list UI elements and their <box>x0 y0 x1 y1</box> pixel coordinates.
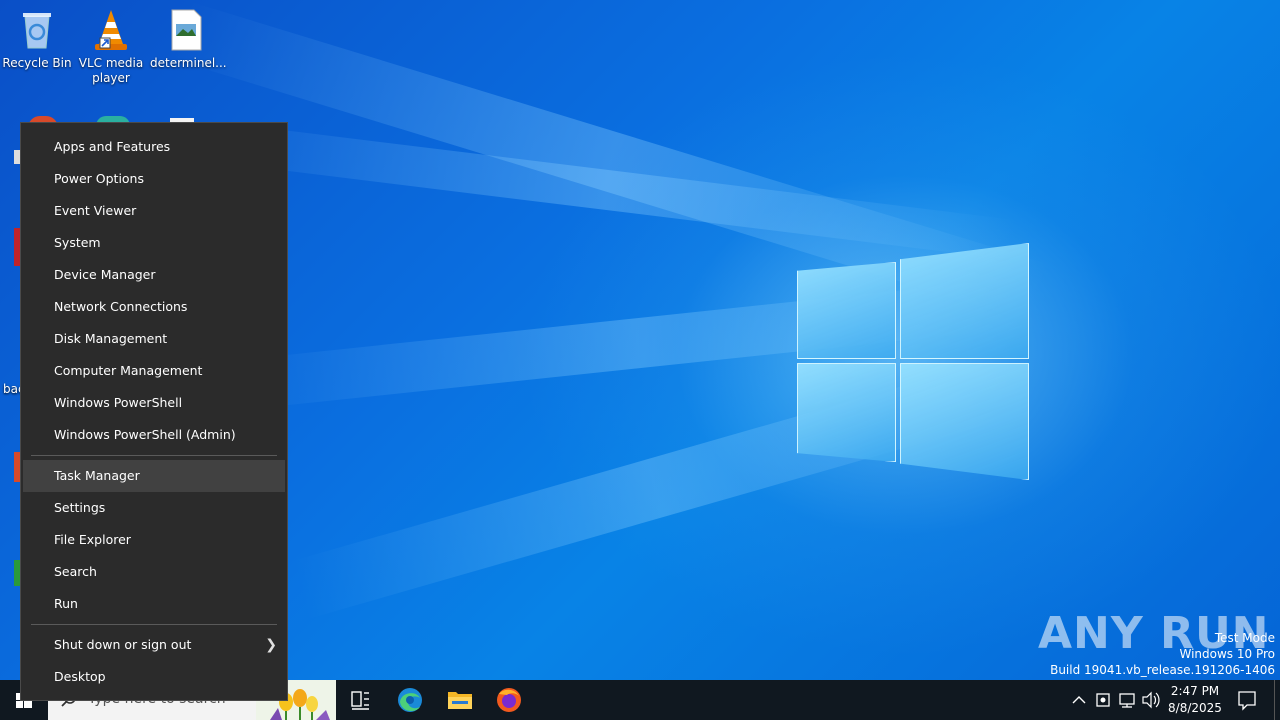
task-view-icon <box>351 691 369 710</box>
winx-context-menu: Apps and Features Power Options Event Vi… <box>20 122 288 701</box>
show-desktop-button[interactable] <box>1274 680 1280 720</box>
tray-volume-button[interactable] <box>1140 680 1162 720</box>
desktop-icon-recycle-bin[interactable]: Recycle Bin <box>1 8 73 71</box>
menu-item-label: Shut down or sign out <box>54 637 192 652</box>
tray-network-button[interactable] <box>1116 680 1138 720</box>
clock-date: 8/8/2025 <box>1168 701 1222 715</box>
show-hidden-icons-button[interactable] <box>1068 680 1090 720</box>
taskbar-firefox-button[interactable] <box>485 680 533 720</box>
chevron-right-icon: ❯ <box>265 637 277 653</box>
menu-item-task-manager[interactable]: Task Manager <box>23 460 285 492</box>
menu-item-power-options[interactable]: Power Options <box>21 163 287 195</box>
desktop-icon-file[interactable]: determinel... <box>150 8 227 71</box>
menu-item-computer-management[interactable]: Computer Management <box>21 355 287 387</box>
image-file-icon <box>164 8 208 52</box>
vlc-cone-icon <box>89 8 133 52</box>
chevron-up-icon <box>1072 696 1086 704</box>
speaker-icon <box>1142 691 1160 709</box>
menu-item-search[interactable]: Search <box>21 556 287 588</box>
test-mode-label: Test Mode <box>1214 631 1275 645</box>
light-ray <box>197 120 1017 260</box>
desktop-icon-label: Recycle Bin <box>2 56 72 70</box>
menu-item-desktop[interactable]: Desktop <box>21 661 287 693</box>
desktop-icon-vlc[interactable]: VLC media player <box>75 8 147 86</box>
menu-separator <box>31 455 277 456</box>
menu-item-event-viewer[interactable]: Event Viewer <box>21 195 287 227</box>
build-info: Test Mode Windows 10 Pro Build 19041.vb_… <box>1050 630 1275 678</box>
taskbar-file-explorer-button[interactable] <box>436 680 484 720</box>
network-icon <box>1119 693 1135 708</box>
menu-item-windows-powershell[interactable]: Windows PowerShell <box>21 387 287 419</box>
menu-item-network-connections[interactable]: Network Connections <box>21 291 287 323</box>
tray-security-button[interactable] <box>1092 680 1114 720</box>
taskbar-clock[interactable]: 2:47 PM 8/8/2025 <box>1160 683 1230 717</box>
edge-icon <box>398 688 422 712</box>
menu-item-run[interactable]: Run <box>21 588 287 620</box>
menu-item-apps-and-features[interactable]: Apps and Features <box>21 131 287 163</box>
menu-item-shut-down-or-sign-out[interactable]: Shut down or sign out ❯ <box>21 629 287 661</box>
desktop-icon-label: determinel... <box>150 56 227 70</box>
menu-item-disk-management[interactable]: Disk Management <box>21 323 287 355</box>
recycle-bin-icon <box>15 8 59 52</box>
menu-item-file-explorer[interactable]: File Explorer <box>21 524 287 556</box>
action-center-button[interactable] <box>1232 680 1262 720</box>
task-view-button[interactable] <box>336 680 384 720</box>
folder-icon <box>448 692 472 709</box>
windows-edition-label: Windows 10 Pro <box>1179 647 1275 661</box>
menu-item-windows-powershell-admin[interactable]: Windows PowerShell (Admin) <box>21 419 287 451</box>
menu-separator <box>31 624 277 625</box>
menu-item-device-manager[interactable]: Device Manager <box>21 259 287 291</box>
clock-time: 2:47 PM <box>1170 684 1220 698</box>
defender-icon <box>1096 693 1110 707</box>
notification-icon <box>1238 691 1256 711</box>
build-number-label: Build 19041.vb_release.191206-1406 <box>1050 663 1275 677</box>
menu-item-settings[interactable]: Settings <box>21 492 287 524</box>
desktop-icon-label: VLC media player <box>78 56 144 85</box>
menu-item-system[interactable]: System <box>21 227 287 259</box>
firefox-icon <box>497 688 521 712</box>
windows-logo <box>790 240 1035 485</box>
taskbar-edge-button[interactable] <box>386 680 434 720</box>
